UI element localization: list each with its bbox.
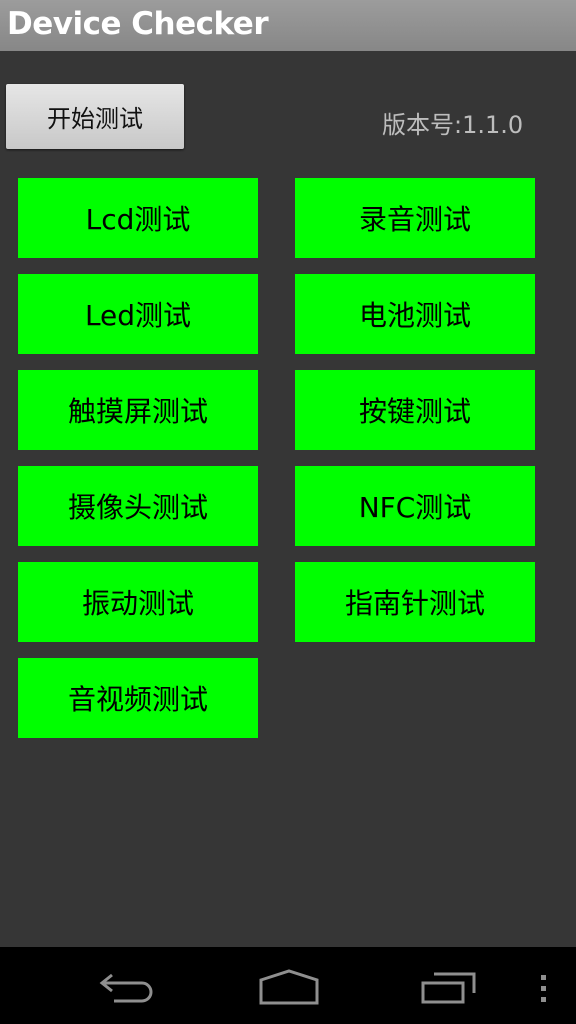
overflow-menu-icon[interactable] xyxy=(538,973,550,1005)
key-test-button[interactable]: 按键测试 xyxy=(295,370,535,450)
nfc-test-button[interactable]: NFC测试 xyxy=(295,466,535,546)
lcd-test-button[interactable]: Lcd测试 xyxy=(18,178,258,258)
home-icon[interactable] xyxy=(258,969,320,1005)
led-test-button[interactable]: Led测试 xyxy=(18,274,258,354)
version-label: 版本号:1.1.0 xyxy=(382,111,524,139)
app-title: Device Checker xyxy=(7,6,269,42)
back-icon[interactable] xyxy=(98,971,158,1003)
audio-video-test-button[interactable]: 音视频测试 xyxy=(18,658,258,738)
vibration-test-button[interactable]: 振动测试 xyxy=(18,562,258,642)
touchscreen-test-button[interactable]: 触摸屏测试 xyxy=(18,370,258,450)
navigation-bar xyxy=(0,947,576,1024)
compass-test-button[interactable]: 指南针测试 xyxy=(295,562,535,642)
camera-test-button[interactable]: 摄像头测试 xyxy=(18,466,258,546)
battery-test-button[interactable]: 电池测试 xyxy=(295,274,535,354)
action-bar: Device Checker xyxy=(0,0,576,51)
start-test-button[interactable]: 开始测试 xyxy=(6,84,184,149)
recent-apps-icon[interactable] xyxy=(420,971,480,1005)
recording-test-button[interactable]: 录音测试 xyxy=(295,178,535,258)
